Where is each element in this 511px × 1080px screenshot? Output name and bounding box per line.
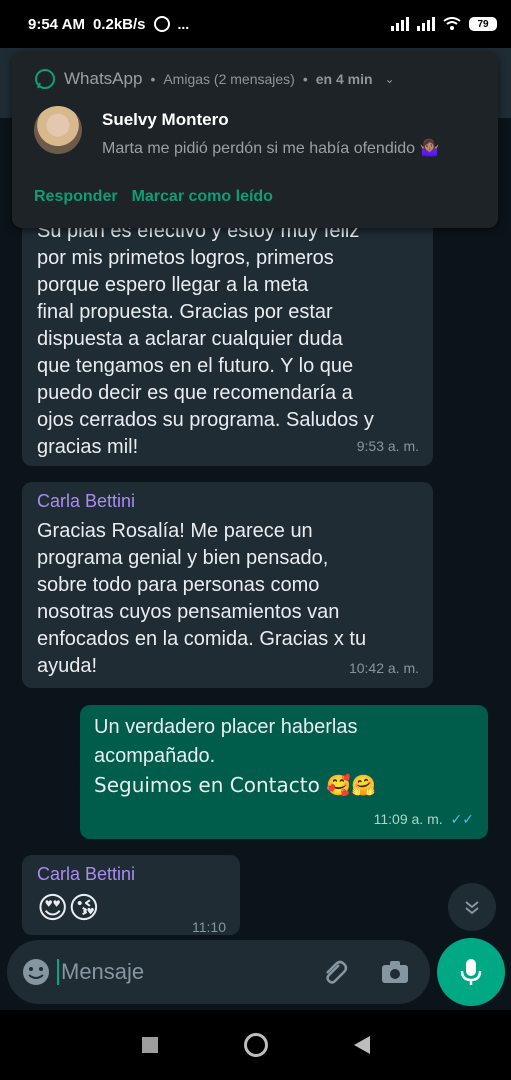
notification-header: WhatsApp • Amigas (2 mensajes) • en 4 mi… <box>34 68 476 90</box>
notification-popup[interactable]: WhatsApp • Amigas (2 mensajes) • en 4 mi… <box>12 52 498 228</box>
notification-app-name: WhatsApp <box>64 69 143 88</box>
chevron-down-icon[interactable]: ⌄ <box>385 72 395 86</box>
message-line: ojos cerrados su programa. Saludos y <box>37 409 374 431</box>
message-line: sobre todo para personas como <box>37 574 320 596</box>
status-time: 9:54 AM <box>28 15 85 33</box>
nav-square-icon[interactable] <box>141 1037 158 1053</box>
message-line: acompañado. <box>94 745 216 767</box>
notification-sender: Suelvy Montero <box>102 110 229 129</box>
camera-icon[interactable] <box>380 957 410 987</box>
notification-separator: • <box>150 71 156 87</box>
notification-message: Marta me pidió perdón si me había ofendi… <box>102 140 440 157</box>
mic-icon <box>460 959 482 985</box>
message-line: nosotras cuyos pensamientos van <box>37 601 340 623</box>
nav-back-icon[interactable] <box>353 1036 370 1054</box>
message-line: enfocados en la comida. Gracias x tu <box>37 628 367 650</box>
status-extra: ... <box>177 16 190 32</box>
message-line: por mis primetos logros, primeros <box>37 247 334 269</box>
message-line: dispuesta a aclarar cualquier duda <box>37 328 343 350</box>
message-line: final propuesta. Gracias por estar <box>37 301 333 323</box>
whatsapp-icon <box>35 69 55 89</box>
message-time: 11:09 a. m. ✓✓ <box>374 806 474 833</box>
message-line: porque espero llegar a la meta <box>37 274 309 296</box>
text-cursor <box>57 959 59 985</box>
notification-separator: • <box>302 71 308 87</box>
notification-time: en 4 min <box>315 71 373 87</box>
whatsapp-status-icon <box>153 16 170 32</box>
avatar <box>34 106 82 154</box>
message-line: programa genial y bien pensado, <box>37 547 329 569</box>
signal-icon <box>391 17 409 31</box>
mark-read-button[interactable]: Marcar como leído <box>132 188 273 206</box>
status-bar: 9:54 AM 0.2kB/s ... 79 <box>0 0 511 48</box>
status-speed: 0.2kB/s <box>92 15 146 33</box>
signal-2-icon <box>417 17 435 31</box>
message-text: Un verdadero placer haberlas acompañado.… <box>94 713 474 800</box>
notification-actions: Responder Marcar como leído <box>34 188 273 206</box>
message-outgoing-1[interactable]: Un verdadero placer haberlas acompañado.… <box>80 705 488 839</box>
reply-button[interactable]: Responder <box>34 188 118 206</box>
chevron-down-icon <box>465 901 479 915</box>
read-ticks-icon: ✓✓ <box>450 811 474 827</box>
message-incoming-3[interactable]: Carla Bettini 😍😘 11:10 <box>22 855 240 935</box>
message-line: Seguimos en Contacto 🥰🤗 <box>94 773 376 797</box>
message-line: que tengamos en el futuro. Y lo que <box>37 355 354 377</box>
message-input-bar[interactable]: Mensaje <box>7 940 430 1004</box>
message-incoming-2[interactable]: Carla Bettini Gracias Rosalía! Me parece… <box>22 482 433 688</box>
sender-name: Carla Bettini <box>37 491 136 511</box>
message-time: 10:42 a. m. <box>348 660 419 676</box>
scroll-to-bottom-button[interactable] <box>448 883 496 931</box>
voice-message-button[interactable] <box>437 938 505 1006</box>
nav-circle-icon[interactable] <box>243 1033 268 1057</box>
message-time-text: 11:09 a. m. <box>373 811 443 827</box>
message-line: puedo decir es que recomendaría a <box>37 382 353 404</box>
battery-icon: 79 <box>469 17 497 31</box>
battery-level: 79 <box>477 18 489 30</box>
message-input[interactable]: Mensaje <box>61 959 144 985</box>
message-line: Gracias Rosalía! Me parece un <box>37 520 313 542</box>
wifi-icon <box>443 17 461 30</box>
message-text: Su plan es efectivo y estoy muy feliz po… <box>37 218 421 461</box>
emoji-icon[interactable] <box>21 957 51 987</box>
message-time: 11:10 <box>192 919 226 935</box>
attach-icon[interactable] <box>319 957 349 987</box>
message-line: Un verdadero placer haberlas <box>94 716 358 738</box>
notification-group: Amigas (2 mensajes) <box>163 71 295 87</box>
message-time: 9:53 a. m. <box>356 438 419 454</box>
sender-name: Carla Bettini <box>37 864 136 884</box>
system-nav-bar <box>0 1010 511 1080</box>
